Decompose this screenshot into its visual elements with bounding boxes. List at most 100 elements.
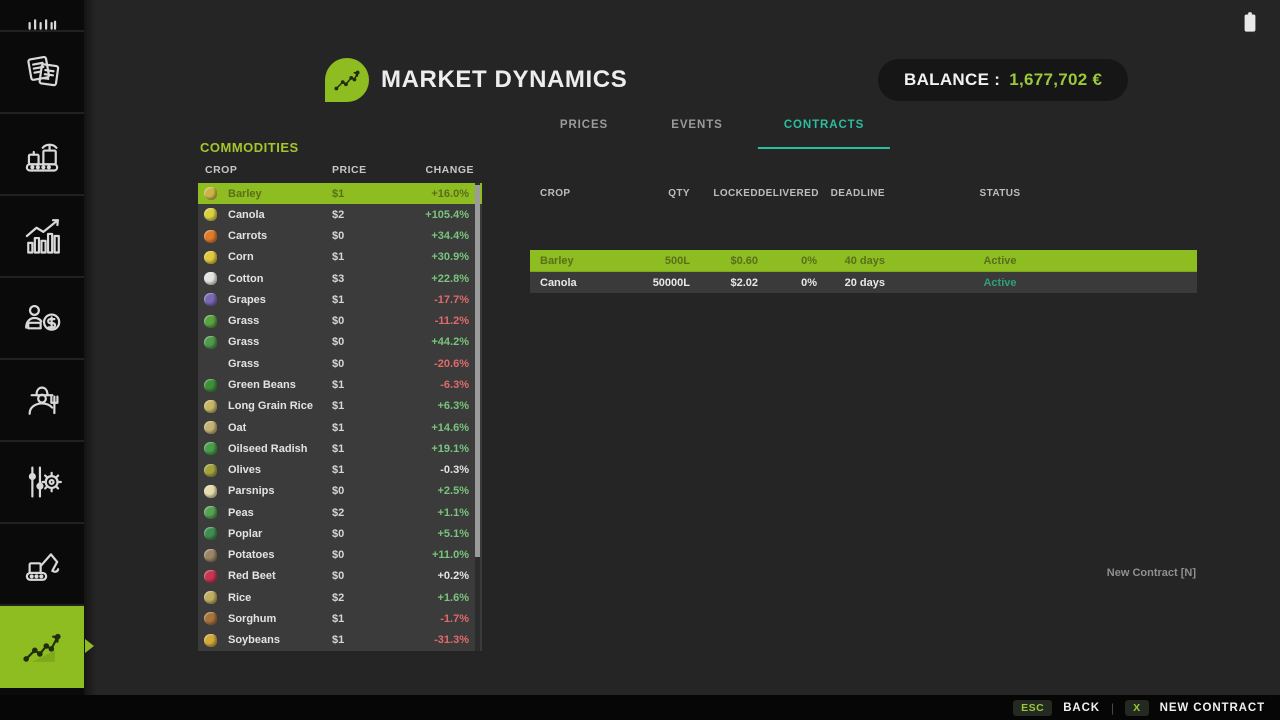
commodity-change: -17.7% [394, 294, 482, 306]
sidebar-item[interactable] [0, 442, 84, 524]
commodity-row[interactable]: Barley$1+16.0% [198, 183, 482, 204]
commodity-row[interactable]: Soybeans$1-31.3% [198, 630, 482, 651]
rice-icon [204, 591, 217, 604]
commodity-row[interactable]: Carrots$0+34.4% [198, 226, 482, 247]
back-button[interactable]: BACK [1063, 702, 1100, 714]
farmer-icon [20, 378, 64, 422]
sidebar-item[interactable] [0, 114, 84, 196]
commodities-scrollbar-thumb[interactable] [475, 185, 480, 557]
sidebar-item[interactable] [0, 606, 84, 688]
sidebar-item[interactable] [0, 32, 84, 114]
commodity-row[interactable]: Grass$0-11.2% [198, 311, 482, 332]
balance-label: BALANCE : [904, 70, 1000, 90]
market-dynamics-icon [19, 623, 65, 669]
commodity-row[interactable]: Grapes$1-17.7% [198, 289, 482, 310]
commodity-name: Grass [228, 336, 259, 348]
commodity-name: Carrots [228, 230, 267, 242]
commodity-name: Grass [228, 358, 259, 370]
commodity-change: +22.8% [394, 273, 482, 285]
construction-icon [20, 542, 64, 586]
commodity-name: Canola [228, 209, 265, 221]
commodity-row[interactable]: Potatoes$0+11.0% [198, 545, 482, 566]
contract-row[interactable]: Barley500L$0.600%40 daysActive [530, 250, 1197, 272]
tab-events[interactable]: EVENTS [671, 119, 722, 131]
sidebar-item[interactable] [0, 278, 84, 360]
commodity-price: $1 [332, 464, 394, 476]
commodity-row[interactable]: Rice$2+1.6% [198, 587, 482, 608]
commodity-change: +5.1% [394, 528, 482, 540]
carrot-icon [204, 230, 217, 243]
tab-contracts[interactable]: CONTRACTS [784, 119, 864, 131]
long-grain-rice-icon [204, 400, 217, 413]
commodity-name: Parsnips [228, 485, 274, 497]
commodities-list: Barley$1+16.0%Canola$2+105.4%Carrots$0+3… [198, 183, 482, 651]
documents-icon [20, 50, 64, 94]
sidebar [0, 0, 84, 720]
canola-icon [204, 208, 217, 221]
commodity-change: +34.4% [394, 230, 482, 242]
commodity-row[interactable]: Olives$1-0.3% [198, 459, 482, 480]
commodity-change: +0.2% [394, 570, 482, 582]
commodity-row[interactable]: Parsnips$0+2.5% [198, 481, 482, 502]
esc-key-badge[interactable]: ESC [1013, 700, 1052, 716]
commodity-row[interactable]: Oilseed Radish$1+19.1% [198, 438, 482, 459]
commodity-row[interactable]: Green Beans$1-6.3% [198, 374, 482, 395]
parsnip-icon [204, 485, 217, 498]
contract-delivered: 0% [758, 255, 817, 267]
balance-value: 1,677,702 € [1009, 70, 1102, 90]
commodity-row[interactable]: Corn$1+30.9% [198, 247, 482, 268]
footer-divider: | [1111, 701, 1114, 715]
new-contract-button[interactable]: NEW CONTRACT [1160, 702, 1265, 714]
commodity-row[interactable]: Long Grain Rice$1+6.3% [198, 396, 482, 417]
contract-qty: 500L [640, 255, 690, 267]
commodity-row[interactable]: Red Beet$0+0.2% [198, 566, 482, 587]
commodity-change: -31.3% [394, 634, 482, 646]
commodities-col-change: CHANGE [394, 164, 482, 176]
commodity-price: $0 [332, 528, 394, 540]
commodity-row[interactable]: Oat$1+14.6% [198, 417, 482, 438]
contracts-col-qty: QTY [640, 188, 690, 199]
commodity-change: -6.3% [394, 379, 482, 391]
contract-locked: $0.60 [690, 255, 758, 267]
commodity-row[interactable]: Grass$0+44.2% [198, 332, 482, 353]
sidebar-item[interactable] [0, 0, 84, 32]
commodity-row[interactable]: Sorghum$1-1.7% [198, 608, 482, 629]
x-key-badge[interactable]: X [1125, 700, 1149, 716]
commodity-change: +6.3% [394, 400, 482, 412]
contracts-col-delivered: DELIVERED [758, 188, 817, 199]
contracts-list: Barley500L$0.600%40 daysActiveCanola5000… [530, 250, 1197, 294]
commodities-scrollbar[interactable] [475, 183, 480, 651]
settings-icon [20, 460, 64, 504]
commodity-price: $1 [332, 613, 394, 625]
commodity-price: $1 [332, 251, 394, 263]
new-contract-hint: New Contract [N] [1107, 567, 1196, 579]
commodity-change: +105.4% [394, 209, 482, 221]
commodity-row[interactable]: Grass$0-20.6% [198, 353, 482, 374]
contract-row[interactable]: Canola50000L$2.020%20 daysActive [530, 272, 1197, 294]
sorghum-icon [204, 612, 217, 625]
corn-icon [204, 251, 217, 264]
commodity-change: +14.6% [394, 422, 482, 434]
commodities-col-crop: CROP [198, 164, 332, 176]
sidebar-item[interactable] [0, 196, 84, 278]
commodity-change: -20.6% [394, 358, 482, 370]
commodity-row[interactable]: Poplar$0+5.1% [198, 523, 482, 544]
commodity-price: $1 [332, 379, 394, 391]
commodity-row[interactable]: Cotton$3+22.8% [198, 268, 482, 289]
sidebar-item[interactable] [0, 360, 84, 442]
commodity-name: Grass [228, 315, 259, 327]
top-partial-icon [20, 0, 64, 30]
commodity-name: Olives [228, 464, 261, 476]
tab-prices[interactable]: PRICES [560, 119, 608, 131]
commodity-row[interactable]: Peas$2+1.1% [198, 502, 482, 523]
contract-locked: $2.02 [690, 277, 758, 289]
commodity-change: +11.0% [394, 549, 482, 561]
commodity-change: -1.7% [394, 613, 482, 625]
commodity-name: Corn [228, 251, 254, 263]
commodity-name: Cotton [228, 273, 263, 285]
commodity-row[interactable]: Canola$2+105.4% [198, 204, 482, 225]
commodity-price: $1 [332, 294, 394, 306]
sidebar-item[interactable] [0, 524, 84, 606]
commodity-name: Oilseed Radish [228, 443, 307, 455]
market-dynamics-screen: MARKET DYNAMICS BALANCE : 1,677,702 € PR… [0, 0, 1280, 720]
